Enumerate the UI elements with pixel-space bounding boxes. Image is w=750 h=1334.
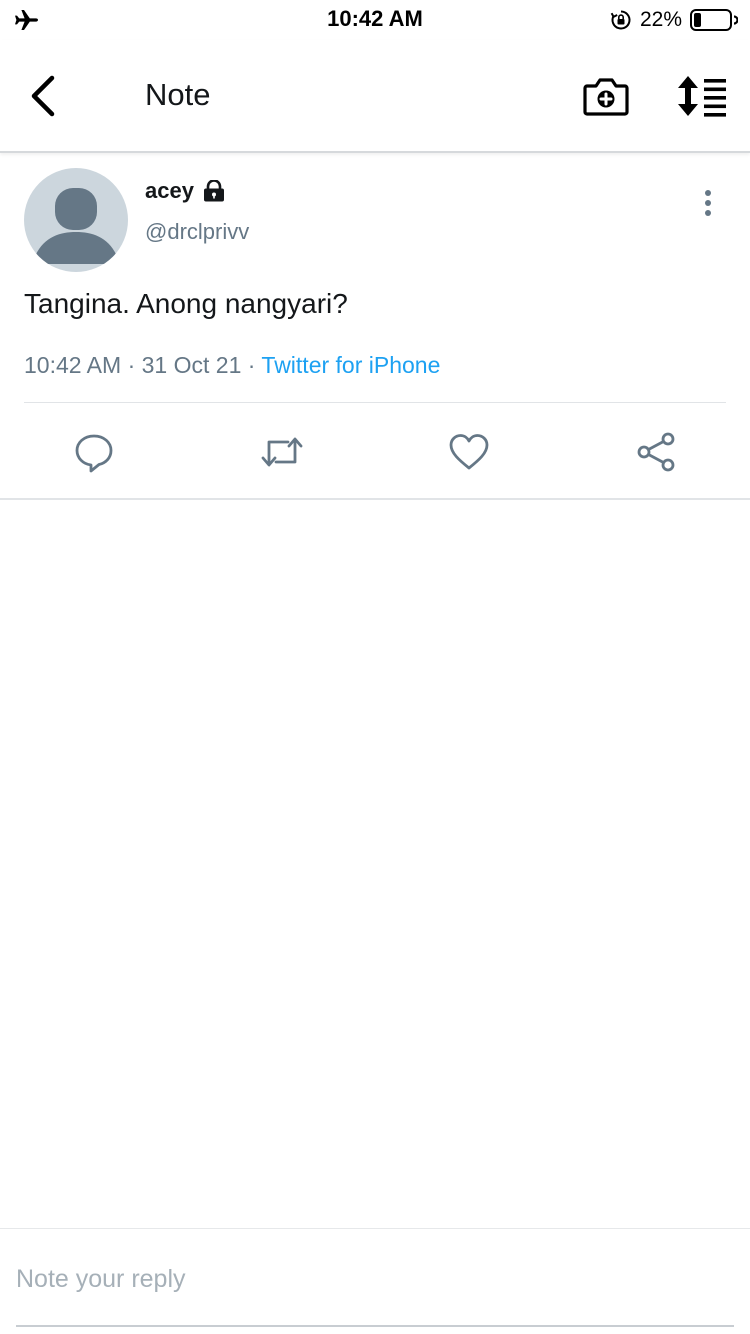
heart-icon[interactable] xyxy=(447,430,491,474)
divider xyxy=(24,402,726,403)
reply-bar xyxy=(0,1228,750,1334)
tweet-text: Tangina. Anong nangyari? xyxy=(24,288,348,319)
default-avatar-icon xyxy=(32,188,120,264)
battery-icon xyxy=(690,9,738,31)
orientation-lock-icon xyxy=(610,10,631,30)
status-bar: 10:42 AM 22% xyxy=(0,0,750,40)
display-name[interactable]: acey xyxy=(145,178,194,204)
share-icon[interactable] xyxy=(634,430,678,474)
display-name-row: acey xyxy=(145,178,226,204)
status-right-group: 22% xyxy=(610,7,738,33)
tweet-source-link[interactable]: Twitter for iPhone xyxy=(261,352,440,378)
tweet-meta: 10:42 AM · 31 Oct 21 · Twitter for iPhon… xyxy=(24,352,440,379)
tweet-detail: acey @drclprivv Tangina. Anong nangyari?… xyxy=(0,155,750,500)
more-vertical-icon[interactable] xyxy=(696,188,720,218)
back-chevron-icon[interactable] xyxy=(26,74,62,118)
meta-separator: · xyxy=(127,352,136,378)
sort-icon[interactable] xyxy=(676,74,728,118)
page-title: Note xyxy=(145,77,211,112)
reply-input-underline xyxy=(16,1325,734,1327)
tweet-actions xyxy=(0,430,750,474)
tweet-time: 10:42 AM xyxy=(24,352,122,378)
meta-separator: · xyxy=(247,352,256,378)
avatar[interactable] xyxy=(24,168,128,272)
reply-input[interactable] xyxy=(16,1259,734,1299)
reply-icon[interactable] xyxy=(72,430,116,474)
camera-plus-icon[interactable] xyxy=(583,74,629,118)
lock-icon xyxy=(203,180,224,202)
user-handle[interactable]: @drclprivv xyxy=(145,219,249,245)
battery-percent: 22% xyxy=(639,8,682,31)
tweet-date: 31 Oct 21 xyxy=(141,352,242,378)
retweet-icon[interactable] xyxy=(260,430,304,474)
nav-bar: Note xyxy=(0,40,750,153)
